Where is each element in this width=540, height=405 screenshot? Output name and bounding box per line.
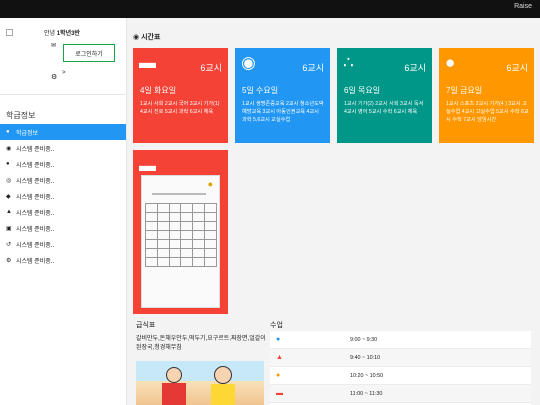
dashboard-icon: ◉ [133,34,140,41]
sidebar: 안녕 1학년3반 ✉ 로그인하기 ⚙ > 학급정보 ● 학급정보 ◉ 시스템 준비중.… [0,18,127,405]
lunch-menu: 갈비만두,돈채우만두,떡두기,요구르트,짜장면,얼갈이된장국,청경채무침 [136,336,266,351]
brand-name[interactable]: Raise [514,3,532,10]
card-detail: 1교시 사회 2교시 국어 3교시 기가(1) 4교시 진로 5교시 과학 6교… [140,101,220,115]
period-count: 6교시 [302,63,324,73]
sidebar-item[interactable]: ◎ 시스템 준비중.. [0,172,126,188]
sidebar-item[interactable]: ◉ 시스템 준비중.. [0,140,126,156]
user-icon: ● [276,336,281,343]
comment-icon: ▬ [139,53,156,72]
card-day: 4일 화요일 [140,86,177,95]
photo-table [145,203,217,267]
period-count: 6교시 [200,63,222,73]
diamond-icon: ◆ [6,193,11,200]
lunch-title: 급식표 [136,322,156,329]
history-icon: ↺ [6,241,12,248]
class-time: 10:20 ~ 10:50 [350,372,384,379]
comment-icon: ▬ [139,156,156,175]
sidebar-menu: ● 학급정보 ◉ 시스템 준비중.. ● 시스템 준비중.. ◎ 시스템 준비중.. ◆ 시스템 … [0,124,126,268]
users-icon: ● [6,161,10,167]
photo-sticker: ● [207,179,213,189]
sidebar-item[interactable]: ◆ 시스템 준비중.. [0,188,126,204]
mail-icon[interactable]: ✉ [51,42,56,49]
lunch-image [136,361,264,405]
sidebar-item-label: 시스템 준비중.. [16,226,55,233]
timetable-card[interactable]: ◉ 6교시 5일 수요일 1교시 생명존중교육 2교시 청소년도박예방교육 3교시 아… [235,48,330,143]
sidebar-item[interactable]: ▲ 시스템 준비중.. [0,204,126,220]
chevron-right-icon[interactable]: > [62,70,66,76]
gear-icon[interactable]: ⚙ [51,73,57,81]
timetable-card[interactable]: ● 6교시 7일 금요일 1교시 스포츠 2교시 기가(4 ) 3교시 고실수업 4교… [439,48,534,143]
card-detail: 1교시 기가(2) 2교시 사회 3교시 독서 4교시 영어 5교시 수학 6교… [344,101,424,115]
sidebar-item[interactable]: ⚙ 시스템 준비중.. [0,252,126,268]
comment-icon: ▬ [276,390,283,397]
login-button[interactable]: 로그인하기 [63,44,115,62]
card-detail: 1교시 생명존중교육 2교시 청소년도박예방교육 3교시 아동인권교육 4교시 … [242,101,324,123]
timetable-card[interactable]: ∴ 6교시 6일 목요일 1교시 기가(2) 2교시 사회 3교시 독서 4교시 영어… [337,48,432,143]
sidebar-item-label: 시스템 준비중.. [16,178,55,185]
class-row[interactable]: ▬ 11:00 ~ 11:30 [270,385,531,403]
class-row[interactable]: ● 10:20 ~ 10:50 [270,367,531,385]
card-day: 7일 금요일 [446,86,483,95]
sidebar-item[interactable]: ▣ 시스템 준비중.. [0,220,126,236]
eye-icon: ◉ [241,53,256,72]
eye-icon: ◉ [6,145,12,152]
card-detail: 1교시 스포츠 2교시 기가(4 ) 3교시 고실수업 4교시 고실수업 5교시… [446,101,529,123]
sidebar-item[interactable]: ● 학급정보 [0,124,126,140]
greeting: 안녕 1학년3반 [44,31,80,37]
class-list: ● 9:00 ~ 9:30 ▲ 9:40 ~ 10:10 ● 10:20 ~ 10:50 ▬… [270,331,531,405]
bank-icon: ▣ [6,225,12,232]
users-icon: ● [6,129,10,135]
sidebar-item-label: 시스템 준비중.. [16,258,55,265]
users-icon: ● [276,372,281,379]
profile-image [6,29,13,36]
main-content: ◉ 시간표 ▬ 6교시 4일 화요일 1교시 사회 2교시 국어 3교시 기가(1) 4… [127,18,540,405]
section-title: 학급정보 [6,111,36,120]
card-day: 5일 수요일 [242,86,279,95]
class-row[interactable]: ▲ 9:40 ~ 10:10 [270,349,531,367]
class-time: 11:00 ~ 11:30 [350,390,383,397]
sidebar-item-label: 시스템 준비중.. [16,146,55,153]
share-icon: ∴ [343,53,354,72]
sidebar-item-label: 시스템 준비중.. [16,210,55,217]
sidebar-item[interactable]: ● 시스템 준비중.. [0,156,126,172]
page-title: ◉ 시간표 [133,34,161,41]
class-row[interactable]: ● 9:00 ~ 9:30 [270,331,531,349]
gear-icon: ⚙ [6,257,12,264]
class-time: 9:00 ~ 9:30 [350,336,378,343]
bell-icon: ▲ [6,209,12,215]
users-icon: ● [445,53,456,72]
sidebar-item[interactable]: ↺ 시스템 준비중.. [0,236,126,252]
timetable-image-card[interactable]: ▬ ● [133,150,228,314]
timetable-card[interactable]: ▬ 6교시 4일 화요일 1교시 사회 2교시 국어 3교시 기가(1) 4교시 진로… [133,48,228,143]
period-count: 6교시 [506,63,528,73]
sidebar-item-label: 시스템 준비중.. [16,242,55,249]
class-title: 수업 [270,322,283,329]
divider [0,94,126,95]
top-bar: Raise [0,0,540,18]
timetable-photo[interactable]: ● [141,175,220,308]
period-count: 6교시 [404,63,426,73]
sidebar-item-label: 시스템 준비중.. [16,194,55,201]
compass-icon: ◎ [6,177,12,184]
card-day: 6일 목요일 [344,86,381,95]
sidebar-item-label: 학급정보 [16,130,39,137]
bell-icon: ▲ [276,354,283,361]
class-time: 9:40 ~ 10:10 [350,354,381,361]
sidebar-item-label: 시스템 준비중.. [16,162,55,169]
